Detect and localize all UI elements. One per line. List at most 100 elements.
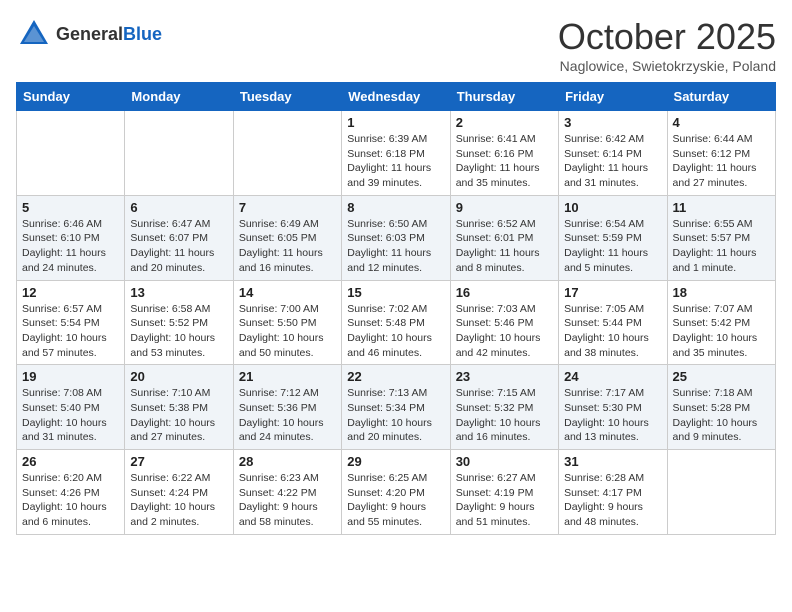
day-of-week-sunday: Sunday (17, 83, 125, 111)
day-info: Sunrise: 7:12 AMSunset: 5:36 PMDaylight:… (239, 386, 336, 445)
calendar-cell: 1 Sunrise: 6:39 AMSunset: 6:18 PMDaylight… (342, 111, 450, 196)
calendar-cell: 16 Sunrise: 7:03 AMSunset: 5:46 PMDayligh… (450, 280, 558, 365)
calendar-cell: 7 Sunrise: 6:49 AMSunset: 6:05 PMDaylight… (233, 195, 341, 280)
day-of-week-tuesday: Tuesday (233, 83, 341, 111)
day-of-week-wednesday: Wednesday (342, 83, 450, 111)
calendar-cell: 28 Sunrise: 6:23 AMSunset: 4:22 PMDayligh… (233, 450, 341, 535)
day-number: 18 (673, 285, 770, 300)
calendar-cell (233, 111, 341, 196)
calendar-cell: 30Sunrise: 6:27 AMSunset: 4:19 PMDayligh… (450, 450, 558, 535)
day-number: 3 (564, 115, 661, 130)
calendar-header-row: SundayMondayTuesdayWednesdayThursdayFrid… (17, 83, 776, 111)
day-info: Sunrise: 6:25 AMSunset: 4:20 PMDaylight:… (347, 471, 444, 530)
month-title: October 2025 (558, 16, 776, 58)
calendar-cell: 29 Sunrise: 6:25 AMSunset: 4:20 PMDayligh… (342, 450, 450, 535)
day-info: Sunrise: 6:50 AMSunset: 6:03 PMDaylight:… (347, 217, 444, 276)
calendar-cell: 8 Sunrise: 6:50 AMSunset: 6:03 PMDaylight… (342, 195, 450, 280)
day-info: Sunrise: 6:46 AMSunset: 6:10 PMDaylight:… (22, 217, 119, 276)
day-number: 16 (456, 285, 553, 300)
location-subtitle: Naglowice, Swietokrzyskie, Poland (558, 58, 776, 74)
day-number: 26 (22, 454, 119, 469)
day-of-week-thursday: Thursday (450, 83, 558, 111)
day-info: Sunrise: 7:18 AMSunset: 5:28 PMDaylight:… (673, 386, 770, 445)
calendar-cell: 17Sunrise: 7:05 AMSunset: 5:44 PMDayligh… (559, 280, 667, 365)
day-number: 1 (347, 115, 444, 130)
day-number: 14 (239, 285, 336, 300)
calendar-table: SundayMondayTuesdayWednesdayThursdayFrid… (16, 82, 776, 535)
calendar-cell: 3 Sunrise: 6:42 AMSunset: 6:14 PMDaylight… (559, 111, 667, 196)
day-number: 31 (564, 454, 661, 469)
calendar-week-4: 19Sunrise: 7:08 AMSunset: 5:40 PMDayligh… (17, 365, 776, 450)
day-of-week-saturday: Saturday (667, 83, 775, 111)
day-number: 2 (456, 115, 553, 130)
calendar-cell (17, 111, 125, 196)
day-info: Sunrise: 6:47 AMSunset: 6:07 PMDaylight:… (130, 217, 227, 276)
calendar-week-2: 5 Sunrise: 6:46 AMSunset: 6:10 PMDaylight… (17, 195, 776, 280)
day-info: Sunrise: 6:20 AMSunset: 4:26 PMDaylight:… (22, 471, 119, 530)
calendar-cell: 6 Sunrise: 6:47 AMSunset: 6:07 PMDaylight… (125, 195, 233, 280)
day-info: Sunrise: 6:27 AMSunset: 4:19 PMDaylight:… (456, 471, 553, 530)
calendar-week-1: 1 Sunrise: 6:39 AMSunset: 6:18 PMDaylight… (17, 111, 776, 196)
day-info: Sunrise: 7:08 AMSunset: 5:40 PMDaylight:… (22, 386, 119, 445)
calendar-cell: 14 Sunrise: 7:00 AMSunset: 5:50 PMDayligh… (233, 280, 341, 365)
day-number: 23 (456, 369, 553, 384)
calendar-cell: 22Sunrise: 7:13 AMSunset: 5:34 PMDayligh… (342, 365, 450, 450)
day-number: 13 (130, 285, 227, 300)
day-info: Sunrise: 6:54 AMSunset: 5:59 PMDaylight:… (564, 217, 661, 276)
day-info: Sunrise: 7:13 AMSunset: 5:34 PMDaylight:… (347, 386, 444, 445)
calendar-cell: 26 Sunrise: 6:20 AMSunset: 4:26 PMDayligh… (17, 450, 125, 535)
day-info: Sunrise: 7:03 AMSunset: 5:46 PMDaylight:… (456, 302, 553, 361)
day-info: Sunrise: 6:23 AMSunset: 4:22 PMDaylight:… (239, 471, 336, 530)
calendar-cell: 5 Sunrise: 6:46 AMSunset: 6:10 PMDaylight… (17, 195, 125, 280)
page-header: GeneralBlue October 2025 Naglowice, Swie… (16, 16, 776, 74)
calendar-cell: 2 Sunrise: 6:41 AMSunset: 6:16 PMDaylight… (450, 111, 558, 196)
day-info: Sunrise: 6:58 AMSunset: 5:52 PMDaylight:… (130, 302, 227, 361)
calendar-cell: 15Sunrise: 7:02 AMSunset: 5:48 PMDayligh… (342, 280, 450, 365)
day-info: Sunrise: 7:17 AMSunset: 5:30 PMDaylight:… (564, 386, 661, 445)
day-number: 24 (564, 369, 661, 384)
logo-general: General (56, 24, 123, 44)
day-info: Sunrise: 6:41 AMSunset: 6:16 PMDaylight:… (456, 132, 553, 191)
day-number: 9 (456, 200, 553, 215)
calendar-cell: 23 Sunrise: 7:15 AMSunset: 5:32 PMDayligh… (450, 365, 558, 450)
logo: GeneralBlue (16, 16, 162, 52)
day-number: 28 (239, 454, 336, 469)
calendar-cell: 18 Sunrise: 7:07 AMSunset: 5:42 PMDayligh… (667, 280, 775, 365)
calendar-cell (125, 111, 233, 196)
day-info: Sunrise: 6:39 AMSunset: 6:18 PMDaylight:… (347, 132, 444, 191)
calendar-cell: 31 Sunrise: 6:28 AMSunset: 4:17 PMDayligh… (559, 450, 667, 535)
day-info: Sunrise: 7:07 AMSunset: 5:42 PMDaylight:… (673, 302, 770, 361)
calendar-cell: 19Sunrise: 7:08 AMSunset: 5:40 PMDayligh… (17, 365, 125, 450)
calendar-cell (667, 450, 775, 535)
calendar-cell: 25Sunrise: 7:18 AMSunset: 5:28 PMDayligh… (667, 365, 775, 450)
day-info: Sunrise: 6:52 AMSunset: 6:01 PMDaylight:… (456, 217, 553, 276)
day-number: 10 (564, 200, 661, 215)
day-number: 11 (673, 200, 770, 215)
day-info: Sunrise: 6:42 AMSunset: 6:14 PMDaylight:… (564, 132, 661, 191)
day-info: Sunrise: 7:10 AMSunset: 5:38 PMDaylight:… (130, 386, 227, 445)
calendar-cell: 9 Sunrise: 6:52 AMSunset: 6:01 PMDaylight… (450, 195, 558, 280)
day-number: 17 (564, 285, 661, 300)
calendar-week-5: 26 Sunrise: 6:20 AMSunset: 4:26 PMDayligh… (17, 450, 776, 535)
calendar-week-3: 12Sunrise: 6:57 AMSunset: 5:54 PMDayligh… (17, 280, 776, 365)
day-number: 8 (347, 200, 444, 215)
day-number: 5 (22, 200, 119, 215)
day-number: 27 (130, 454, 227, 469)
day-number: 15 (347, 285, 444, 300)
calendar-cell: 10 Sunrise: 6:54 AMSunset: 5:59 PMDayligh… (559, 195, 667, 280)
day-info: Sunrise: 6:55 AMSunset: 5:57 PMDaylight:… (673, 217, 770, 276)
title-block: October 2025 Naglowice, Swietokrzyskie, … (558, 16, 776, 74)
calendar-cell: 11 Sunrise: 6:55 AMSunset: 5:57 PMDayligh… (667, 195, 775, 280)
day-info: Sunrise: 6:44 AMSunset: 6:12 PMDaylight:… (673, 132, 770, 191)
day-number: 20 (130, 369, 227, 384)
day-info: Sunrise: 6:49 AMSunset: 6:05 PMDaylight:… (239, 217, 336, 276)
day-number: 29 (347, 454, 444, 469)
day-number: 21 (239, 369, 336, 384)
logo-blue: Blue (123, 24, 162, 44)
day-number: 6 (130, 200, 227, 215)
day-number: 7 (239, 200, 336, 215)
day-info: Sunrise: 6:28 AMSunset: 4:17 PMDaylight:… (564, 471, 661, 530)
day-info: Sunrise: 7:15 AMSunset: 5:32 PMDaylight:… (456, 386, 553, 445)
day-info: Sunrise: 6:57 AMSunset: 5:54 PMDaylight:… (22, 302, 119, 361)
day-info: Sunrise: 7:00 AMSunset: 5:50 PMDaylight:… (239, 302, 336, 361)
